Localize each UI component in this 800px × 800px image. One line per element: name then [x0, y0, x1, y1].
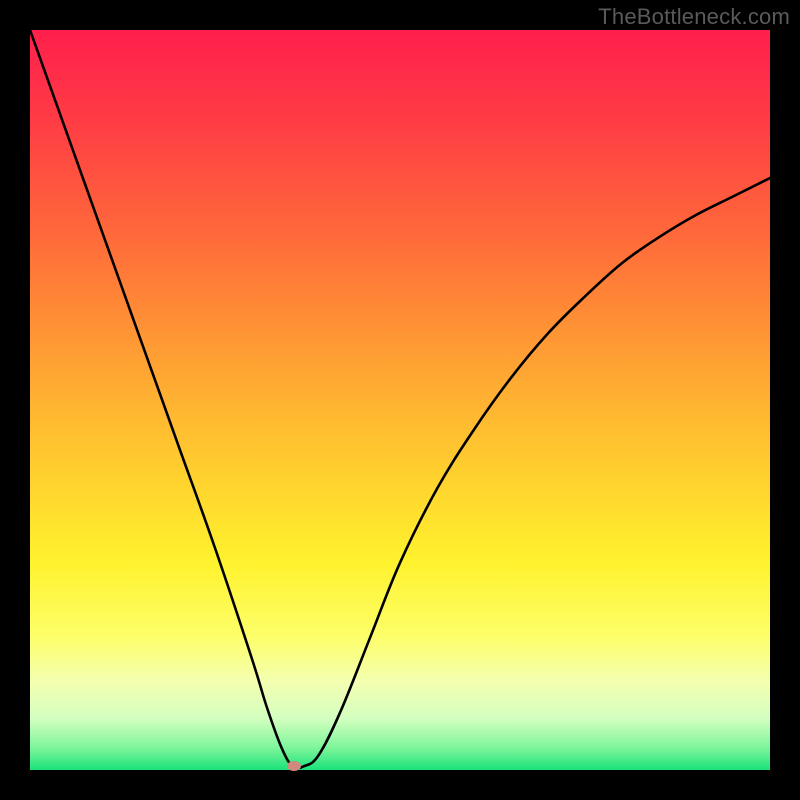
minimum-marker — [287, 761, 301, 771]
gradient-plot — [30, 30, 770, 770]
chart-frame: TheBottleneck.com — [0, 0, 800, 800]
watermark-text: TheBottleneck.com — [598, 4, 790, 30]
gradient-background — [30, 30, 770, 770]
plot-area — [30, 30, 770, 770]
